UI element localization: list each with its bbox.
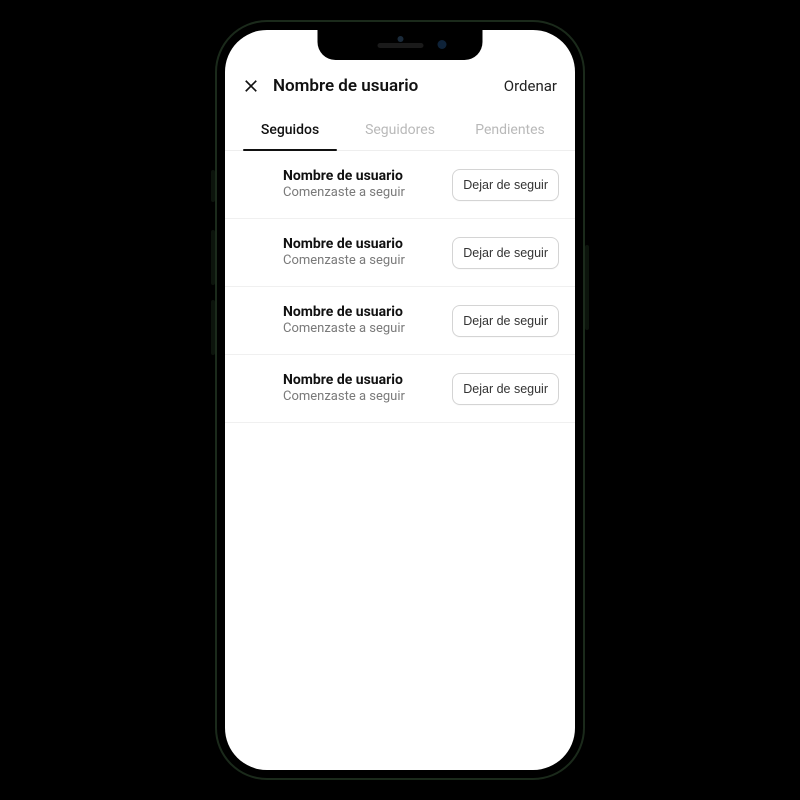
list-item-name: Nombre de usuario — [283, 303, 440, 321]
tabs: Seguidos Seguidores Pendientes — [225, 106, 575, 151]
following-list: Nombre de usuario Comenzaste a seguir De… — [225, 151, 575, 423]
tab-label: Pendientes — [475, 122, 545, 138]
list-item-text: Nombre de usuario Comenzaste a seguir — [283, 235, 440, 270]
unfollow-button[interactable]: Dejar de seguir — [452, 237, 559, 269]
header: Nombre de usuario Ordenar — [225, 68, 575, 106]
tab-label: Seguidores — [365, 122, 435, 138]
close-icon[interactable] — [241, 76, 261, 96]
sort-button[interactable]: Ordenar — [504, 77, 557, 95]
list-item-text: Nombre de usuario Comenzaste a seguir — [283, 371, 440, 406]
phone-side-button — [211, 170, 215, 202]
tab-pendientes[interactable]: Pendientes — [455, 112, 565, 150]
list-item-name: Nombre de usuario — [283, 371, 440, 389]
list-item: Nombre de usuario Comenzaste a seguir De… — [225, 287, 575, 355]
tab-seguidos[interactable]: Seguidos — [235, 112, 345, 150]
list-item-sub: Comenzaste a seguir — [283, 185, 440, 202]
phone-notch — [318, 30, 483, 60]
list-item-sub: Comenzaste a seguir — [283, 253, 440, 270]
phone-screen: Nombre de usuario Ordenar Seguidos Segui… — [225, 30, 575, 770]
phone-side-button — [585, 245, 589, 330]
unfollow-button[interactable]: Dejar de seguir — [452, 305, 559, 337]
list-item-sub: Comenzaste a seguir — [283, 321, 440, 338]
phone-frame: Nombre de usuario Ordenar Seguidos Segui… — [215, 20, 585, 780]
page-title: Nombre de usuario — [273, 76, 418, 96]
unfollow-button[interactable]: Dejar de seguir — [452, 169, 559, 201]
list-item: Nombre de usuario Comenzaste a seguir De… — [225, 219, 575, 287]
phone-side-button — [211, 300, 215, 355]
list-item: Nombre de usuario Comenzaste a seguir De… — [225, 151, 575, 219]
list-item-sub: Comenzaste a seguir — [283, 389, 440, 406]
list-item-text: Nombre de usuario Comenzaste a seguir — [283, 303, 440, 338]
list-item-text: Nombre de usuario Comenzaste a seguir — [283, 167, 440, 202]
list-item: Nombre de usuario Comenzaste a seguir De… — [225, 355, 575, 423]
list-item-name: Nombre de usuario — [283, 235, 440, 253]
unfollow-button[interactable]: Dejar de seguir — [452, 373, 559, 405]
tab-seguidores[interactable]: Seguidores — [345, 112, 455, 150]
list-item-name: Nombre de usuario — [283, 167, 440, 185]
app-content: Nombre de usuario Ordenar Seguidos Segui… — [225, 30, 575, 770]
tab-label: Seguidos — [261, 122, 319, 138]
phone-side-button — [211, 230, 215, 285]
